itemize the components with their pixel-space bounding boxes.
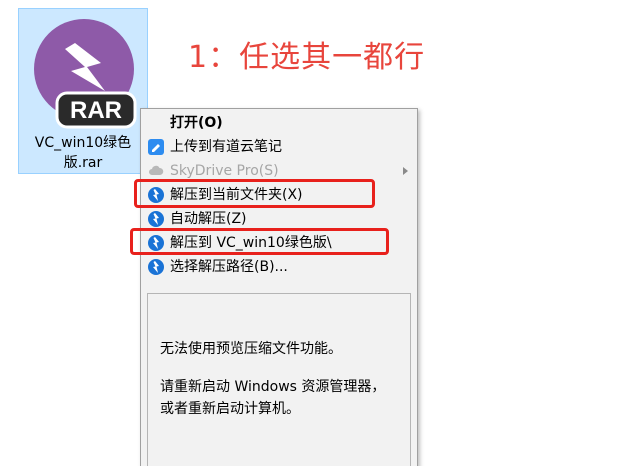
cloud-icon <box>148 163 164 179</box>
winrar-book-icon: RAR <box>34 19 137 129</box>
desktop: RAR VC_win10绿色 版.rar 1：任选其一都行 打开(O) 上传到有… <box>0 0 636 466</box>
preview-message-2: 请重新启动 Windows 资源管理器， <box>160 379 386 395</box>
preview-panel: 无法使用预览压缩文件功能。 请重新启动 Windows 资源管理器， 或者重新启… <box>147 293 411 466</box>
menu-item-label: 打开(O) <box>170 115 223 131</box>
highlight-extract-to-folder <box>130 228 389 255</box>
youdao-note-icon <box>148 139 164 155</box>
preview-message-1: 无法使用预览压缩文件功能。 <box>160 341 342 357</box>
extract-icon <box>148 259 164 275</box>
file-name: VC_win10绿色 版.rar <box>19 133 147 173</box>
file-name-line1: VC_win10绿色 <box>34 135 132 151</box>
annotation-text: 1：任选其一都行 <box>188 40 426 75</box>
rar-badge: RAR <box>70 97 122 124</box>
context-menu: 打开(O) 上传到有道云笔记 SkyDrive Pro(S) 解压到当前文件夹(… <box>140 108 418 466</box>
preview-message-3: 或者重新启动计算机。 <box>160 401 300 417</box>
rar-file-icon[interactable]: RAR VC_win10绿色 版.rar <box>18 8 148 174</box>
menu-item-upload-youdao[interactable]: 上传到有道云笔记 <box>142 135 416 159</box>
menu-item-label: 选择解压路径(B)... <box>170 259 288 275</box>
submenu-arrow-icon <box>403 167 408 175</box>
extract-icon <box>148 211 164 227</box>
menu-item-open[interactable]: 打开(O) <box>142 111 416 135</box>
menu-item-label: 上传到有道云笔记 <box>170 139 282 155</box>
file-name-line2: 版.rar <box>63 155 103 171</box>
highlight-extract-here <box>134 179 375 208</box>
menu-item-choose-path[interactable]: 选择解压路径(B)... <box>142 255 416 279</box>
